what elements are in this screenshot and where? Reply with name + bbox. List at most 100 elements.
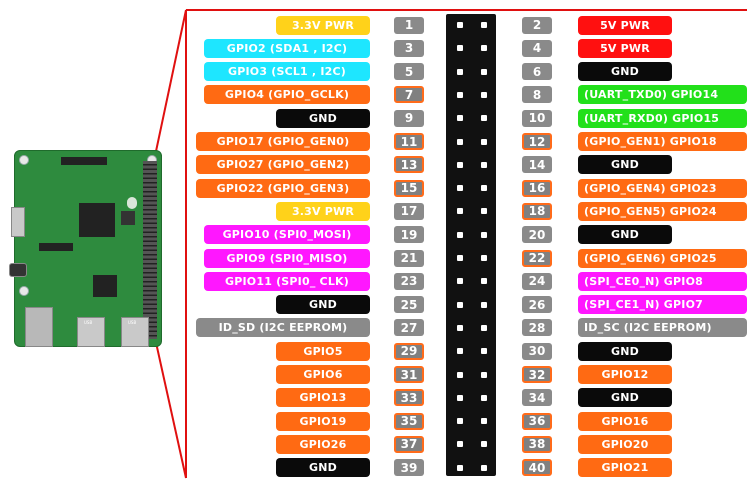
- pin-label-right: (UART_RXD0) GPIO15: [578, 108, 747, 128]
- pin-label-right: GND: [578, 341, 672, 361]
- pin-label-left: GPIO11 (SPI0_ CLK): [204, 271, 370, 291]
- header-pin: [457, 371, 463, 378]
- pin-number-right: 10: [522, 109, 552, 127]
- pin-number-left: 21: [394, 249, 424, 267]
- pin-number-left: 17: [394, 202, 424, 220]
- board-display-connector: [61, 157, 107, 165]
- pin-number-left: 15: [394, 179, 424, 197]
- pin-number-right: 36: [522, 412, 552, 430]
- header-pin: [457, 208, 463, 215]
- pin-number-left: 5: [394, 63, 424, 81]
- pin-label-right: GPIO21: [578, 458, 672, 478]
- header-pin: [457, 45, 463, 52]
- pin-number-right: 38: [522, 435, 552, 453]
- pin-number-left: 25: [394, 296, 424, 314]
- pin-number-left: 35: [394, 412, 424, 430]
- header-pin: [481, 255, 487, 261]
- pin-label-left: GND: [276, 295, 370, 315]
- pin-number-left: 33: [394, 389, 424, 407]
- pin-number-right: 22: [522, 249, 552, 267]
- header-pin: [457, 138, 463, 145]
- header-pin: [457, 91, 463, 98]
- pin-label-left: 3.3V PWR: [276, 15, 370, 35]
- pin-label-right: GPIO20: [578, 434, 672, 454]
- pin-number-left: 7: [394, 86, 424, 104]
- pin-label-right: GND: [578, 388, 672, 408]
- pin-number-left: 29: [394, 342, 424, 360]
- pin-label-left: GPIO19: [276, 411, 370, 431]
- header-pin: [481, 68, 487, 75]
- header-pin: [457, 161, 463, 168]
- header-pin: [481, 208, 487, 215]
- pin-number-left: 11: [394, 133, 424, 150]
- pin-number-right: 26: [522, 296, 552, 314]
- pin-number-left: 39: [394, 459, 424, 477]
- usb-label: USB: [128, 320, 137, 325]
- pin-number-right: 24: [522, 272, 552, 290]
- pin-number-right: 32: [522, 366, 552, 383]
- gpio-header-strip: [446, 14, 496, 476]
- pin-label-left: GPIO6: [276, 365, 370, 384]
- pin-label-right: GPIO12: [578, 365, 672, 384]
- pin-label-right: (GPIO_GEN1) GPIO18: [578, 132, 747, 151]
- header-pin: [481, 45, 487, 52]
- pin-number-left: 9: [394, 109, 424, 127]
- pin-label-left: GND: [276, 458, 370, 478]
- header-pin: [481, 394, 487, 401]
- pin-number-right: 18: [522, 202, 552, 220]
- header-pin: [481, 348, 487, 355]
- pin-label-right: (UART_TXD0) GPIO14: [578, 85, 747, 105]
- pin-label-left: GND: [276, 108, 370, 128]
- pin-number-right: 30: [522, 342, 552, 360]
- pin-number-left: 27: [394, 319, 424, 337]
- header-pin: [457, 348, 463, 355]
- header-pin: [457, 418, 463, 425]
- board-usb-port: USB: [121, 317, 149, 347]
- board-gpio-header: [143, 161, 157, 339]
- header-pin: [481, 138, 487, 145]
- pin-number-right: 28: [522, 319, 552, 337]
- pin-label-left: GPIO10 (SPI0_MOSI): [204, 225, 370, 245]
- pin-number-left: 3: [394, 39, 424, 57]
- pin-label-left: GPIO27 (GPIO_GEN2): [196, 155, 370, 175]
- board-logo-icon: [127, 197, 137, 209]
- header-pin: [481, 371, 487, 378]
- board-usb-chip: [93, 275, 117, 297]
- pin-number-right: 14: [522, 156, 552, 174]
- board-soc-chip: [79, 203, 115, 237]
- pin-label-left: GPIO5: [276, 341, 370, 361]
- header-pin: [457, 324, 463, 331]
- header-pin: [457, 68, 463, 75]
- pin-label-left: GPIO9 (SPI0_MISO): [204, 248, 370, 268]
- pin-label-left: GPIO4 (GPIO_GCLK): [204, 85, 370, 105]
- pin-number-right: 12: [522, 133, 552, 150]
- pin-label-left: GPIO26: [276, 434, 370, 454]
- board-usb-port: USB: [77, 317, 105, 347]
- board-ethernet-port: [25, 307, 53, 347]
- header-pin: [481, 22, 487, 28]
- mount-hole: [19, 286, 29, 296]
- header-pin: [481, 231, 487, 238]
- usb-label: USB: [84, 320, 93, 325]
- pin-number-left: 19: [394, 226, 424, 244]
- pin-number-right: 20: [522, 226, 552, 244]
- pin-number-left: 23: [394, 272, 424, 290]
- pin-label-right: GPIO16: [578, 411, 672, 431]
- header-pin: [457, 115, 463, 122]
- raspberry-pi-board: USB USB: [9, 150, 162, 347]
- header-pin: [481, 91, 487, 98]
- pin-number-left: 13: [394, 156, 424, 174]
- pin-number-right: 16: [522, 179, 552, 197]
- pin-number-right: 2: [522, 16, 552, 34]
- header-pin: [457, 464, 463, 471]
- pin-label-right: GND: [578, 225, 672, 245]
- pin-label-left: GPIO17 (GPIO_GEN0): [196, 132, 370, 151]
- pin-label-right: (GPIO_GEN6) GPIO25: [578, 248, 747, 268]
- header-pin: [457, 255, 463, 261]
- header-pin: [481, 278, 487, 285]
- header-pin: [481, 301, 487, 308]
- pin-label-right: (SPI_CE1_N) GPIO7: [578, 295, 747, 315]
- pin-number-left: 37: [394, 435, 424, 453]
- header-pin: [481, 115, 487, 122]
- pin-label-left: 3.3V PWR: [276, 201, 370, 221]
